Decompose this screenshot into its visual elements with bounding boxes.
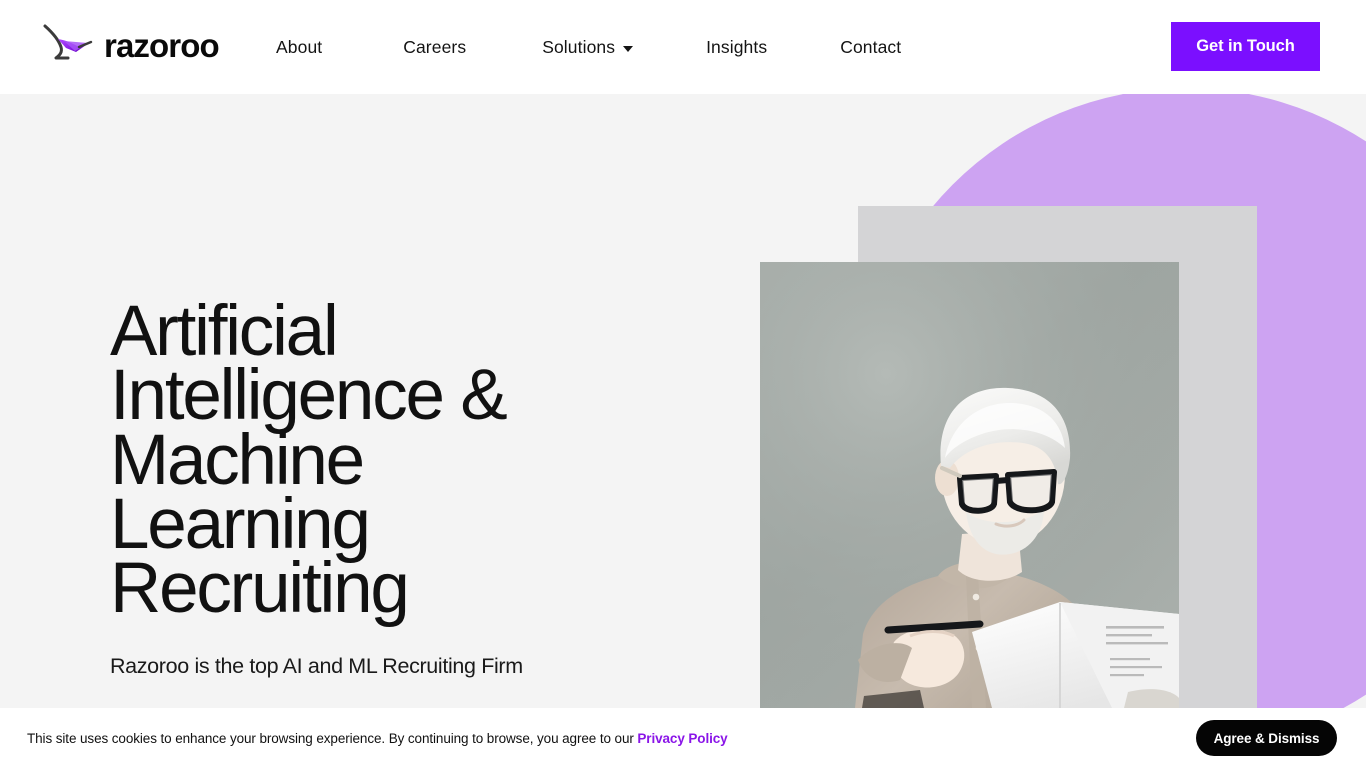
page-title: Artificial Intelligence & Machine Learni… xyxy=(110,292,508,628)
chevron-down-icon xyxy=(623,46,634,52)
nav-label-careers: Careers xyxy=(403,36,467,57)
nav-link-insights[interactable]: Insights xyxy=(692,29,781,66)
main-navigation: About Careers Solutions Insights Contact xyxy=(262,0,915,94)
nav-item-careers-wrap: Careers xyxy=(389,29,480,66)
cookie-message: This site uses cookies to enhance your b… xyxy=(27,731,728,746)
cookie-message-text: This site uses cookies to enhance your b… xyxy=(27,730,638,746)
nav-item-insights-wrap: Insights xyxy=(692,29,781,66)
get-in-touch-button[interactable]: Get in Touch xyxy=(1171,22,1320,71)
nav-label-insights: Insights xyxy=(706,36,768,57)
site-header: razoroo About Careers Solutions Insights… xyxy=(0,0,1366,94)
agree-dismiss-button[interactable]: Agree & Dismiss xyxy=(1196,720,1337,756)
hero-image-stack xyxy=(760,206,1260,708)
razoroo-kangaroo-logo-icon xyxy=(43,24,93,60)
nav-label-solutions: Solutions xyxy=(542,36,616,57)
nav-label-contact: Contact xyxy=(840,36,902,57)
hero-copy-block: Artificial Intelligence & Machine Learni… xyxy=(110,292,710,679)
hero-section: Artificial Intelligence & Machine Learni… xyxy=(0,94,1366,708)
nav-item-about-wrap: About xyxy=(262,29,336,66)
nav-item-contact-wrap: Contact xyxy=(826,29,915,66)
nav-link-solutions[interactable]: Solutions xyxy=(528,29,647,66)
brand-wordmark: razoroo xyxy=(104,26,220,64)
nav-item-solutions-wrap: Solutions xyxy=(528,29,647,66)
hero-photo-frame xyxy=(760,262,1179,708)
privacy-policy-link[interactable]: Privacy Policy xyxy=(637,731,727,746)
hero-subtitle: Razoroo is the top AI and ML Recruiting … xyxy=(110,654,523,679)
hero-photo-person-reading xyxy=(760,262,1179,708)
brand-logo-link[interactable]: razoroo xyxy=(42,22,220,66)
nav-link-about[interactable]: About xyxy=(262,29,336,66)
nav-label-about: About xyxy=(276,36,323,57)
cookie-consent-banner: This site uses cookies to enhance your b… xyxy=(0,708,1366,768)
nav-link-contact[interactable]: Contact xyxy=(826,29,915,66)
nav-link-careers[interactable]: Careers xyxy=(389,29,480,66)
